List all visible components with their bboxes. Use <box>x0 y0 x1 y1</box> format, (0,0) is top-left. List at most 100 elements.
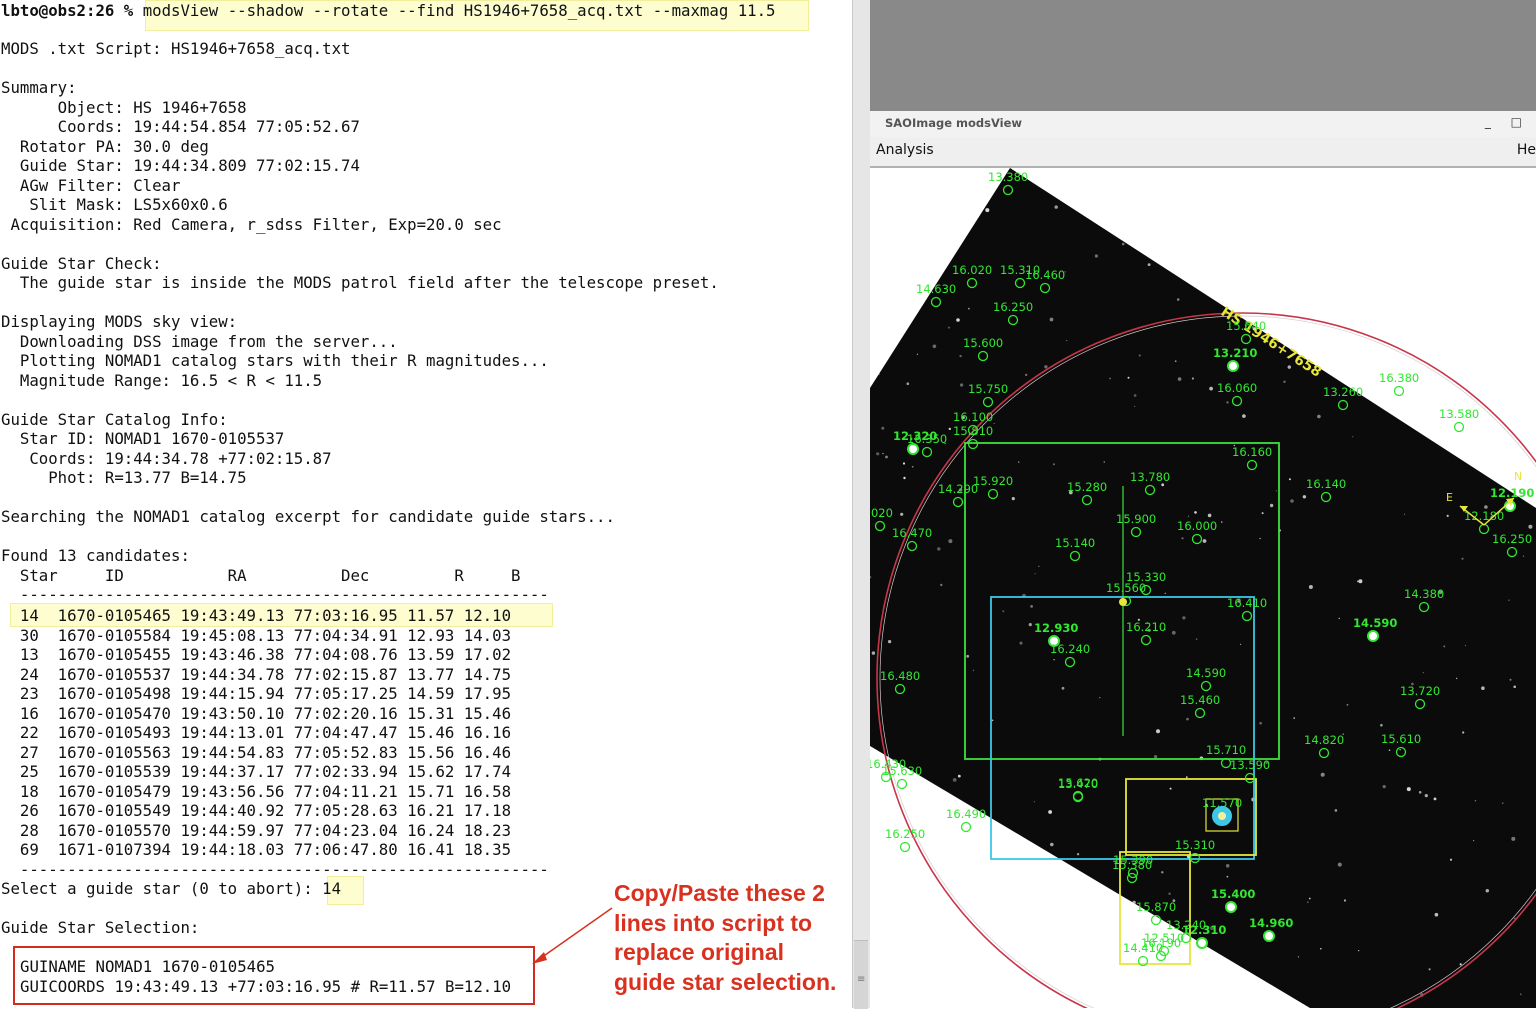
field-star <box>1434 912 1439 917</box>
field-star <box>1101 905 1105 910</box>
field-star <box>1155 223 1157 226</box>
field-star <box>1061 686 1065 690</box>
field-star <box>1275 490 1277 492</box>
field-star <box>902 462 906 465</box>
field-star <box>1168 892 1171 895</box>
magnitude-label: 15.600 <box>963 336 1003 350</box>
table-row: 24 1670-0105537 19:44:34.78 77:02:15.87 … <box>1 664 512 684</box>
field-star <box>881 426 885 430</box>
catalog-star-marker[interactable] <box>1367 630 1379 642</box>
magnitude-label: 15.870 <box>1136 900 1176 914</box>
field-star <box>920 907 922 909</box>
scrollbar-thumb[interactable]: ≡ <box>854 940 868 1009</box>
sky-image-canvas[interactable]: HS 1946+7658 13.380 14.630 16.020 15.310 16.… <box>870 168 1536 1008</box>
field-star <box>1226 401 1229 404</box>
field-star <box>1187 515 1189 517</box>
window-titlebar[interactable]: SAOImage modsView _ □ <box>870 111 1536 138</box>
field-star <box>952 778 957 782</box>
magnitude-label: 15.630 <box>882 764 922 778</box>
catalog-star-marker[interactable] <box>896 778 908 790</box>
select-prompt-line[interactable]: Select a guide star (0 to abort): 14 <box>1 879 341 899</box>
field-star <box>1048 810 1052 814</box>
sky-view[interactable]: HS 1946+7658 13.38014.63016.020 15.31016.… <box>870 168 1536 1008</box>
terminal-line: ----------------------------------------… <box>1 585 549 604</box>
field-star <box>1133 394 1137 397</box>
field-star <box>1221 959 1223 961</box>
catalog-star-marker[interactable] <box>1227 360 1239 372</box>
field-star <box>1052 463 1055 466</box>
terminal-line: Object: HS 1946+7658 <box>1 97 247 117</box>
terminal-line: Coords: 19:44:54.854 77:05:52.67 <box>1 117 360 136</box>
command-text: modsView --shadow --rotate --find HS1946… <box>142 1 776 20</box>
terminal-line: Displaying MODS sky view: <box>1 312 238 331</box>
field-star <box>1029 964 1032 966</box>
field-star <box>900 512 904 516</box>
catalog-star-marker[interactable] <box>1225 901 1237 913</box>
field-star <box>1283 380 1286 383</box>
magnitude-label: 14.960 <box>1249 916 1293 930</box>
terminal-line: MODS .txt Script: HS1946+7658_acq.txt <box>1 39 351 58</box>
field-star <box>888 640 892 644</box>
field-star <box>1449 858 1453 861</box>
field-star <box>1094 254 1098 258</box>
magnitude-label: 13.380 <box>988 170 1028 184</box>
field-star <box>1239 643 1242 646</box>
catalog-star-marker[interactable] <box>1393 385 1405 397</box>
terminal-line: Phot: R=13.77 B=14.75 <box>1 468 247 487</box>
select-input-value[interactable]: 14 <box>322 879 341 898</box>
compass-east: E <box>1446 491 1453 504</box>
field-star <box>1171 630 1176 635</box>
menu-analysis[interactable]: Analysis <box>876 142 934 158</box>
table-row: 27 1670-0105563 19:44:54.83 77:05:52.83 … <box>1 742 512 762</box>
field-star <box>1242 414 1246 418</box>
field-star <box>1011 497 1015 501</box>
catalog-star-marker[interactable] <box>1263 930 1275 942</box>
terminal-window[interactable]: lbto@obs2:26 % modsView --shadow --rotat… <box>0 0 852 1008</box>
window-controls-icon[interactable]: _ □ <box>1485 115 1530 129</box>
field-star <box>1464 644 1467 647</box>
magnitude-label: 13.780 <box>1130 470 1170 484</box>
field-star <box>1317 414 1321 419</box>
field-star <box>1186 717 1189 721</box>
field-star <box>1346 704 1349 706</box>
field-star <box>1288 478 1291 481</box>
magnitude-label: 16.100 <box>953 410 993 424</box>
catalog-star-marker[interactable] <box>1453 421 1465 433</box>
terminal-line: Guide Star Catalog Info: <box>1 409 228 429</box>
magnitude-label: 15.900 <box>1116 512 1156 526</box>
callout-arrow-icon <box>532 907 613 964</box>
magnitude-label: 16.460 <box>1025 268 1065 282</box>
field-star <box>1380 723 1383 727</box>
guicoords-line[interactable]: GUICOORDS 19:43:49.13 +77:03:16.95 # R=1… <box>20 977 511 997</box>
field-star <box>1428 968 1431 971</box>
magnitude-label: 16.240 <box>1050 642 1090 656</box>
catalog-star-marker[interactable] <box>899 841 911 853</box>
field-star <box>1259 537 1261 540</box>
field-star <box>1269 503 1274 508</box>
field-star <box>1338 617 1340 620</box>
magnitude-label: 16.250 <box>1492 532 1532 546</box>
magnitude-label: 16.140 <box>1306 477 1346 491</box>
magnitude-label: 15.640 <box>1226 319 1266 333</box>
catalog-star-marker[interactable] <box>960 821 972 833</box>
magnitude-label: 16.000 <box>1177 519 1217 533</box>
magnitude-label: 16.060 <box>1217 381 1257 395</box>
pane-divider[interactable] <box>852 0 871 1008</box>
field-star <box>1456 677 1458 680</box>
table-separator: ----------------------------------------… <box>1 859 549 879</box>
field-star <box>1209 386 1213 391</box>
menu-help[interactable]: He <box>1517 142 1536 158</box>
catalog-star-marker[interactable] <box>1150 914 1162 926</box>
magnitude-label: 16.490 <box>946 807 986 821</box>
guiname-line[interactable]: GUINAME NOMAD1 1670-0105465 <box>20 957 275 977</box>
catalog-star-marker[interactable] <box>1196 937 1208 949</box>
desktop-background <box>870 0 1536 111</box>
field-star <box>1185 776 1188 778</box>
terminal-line: Searching the NOMAD1 catalog excerpt for… <box>1 507 615 526</box>
field-star <box>994 976 997 979</box>
field-star <box>1504 439 1508 443</box>
field-star <box>1424 794 1428 798</box>
magnitude-label: 14.630 <box>916 282 956 296</box>
field-star <box>1025 373 1028 376</box>
field-star <box>1071 929 1075 932</box>
